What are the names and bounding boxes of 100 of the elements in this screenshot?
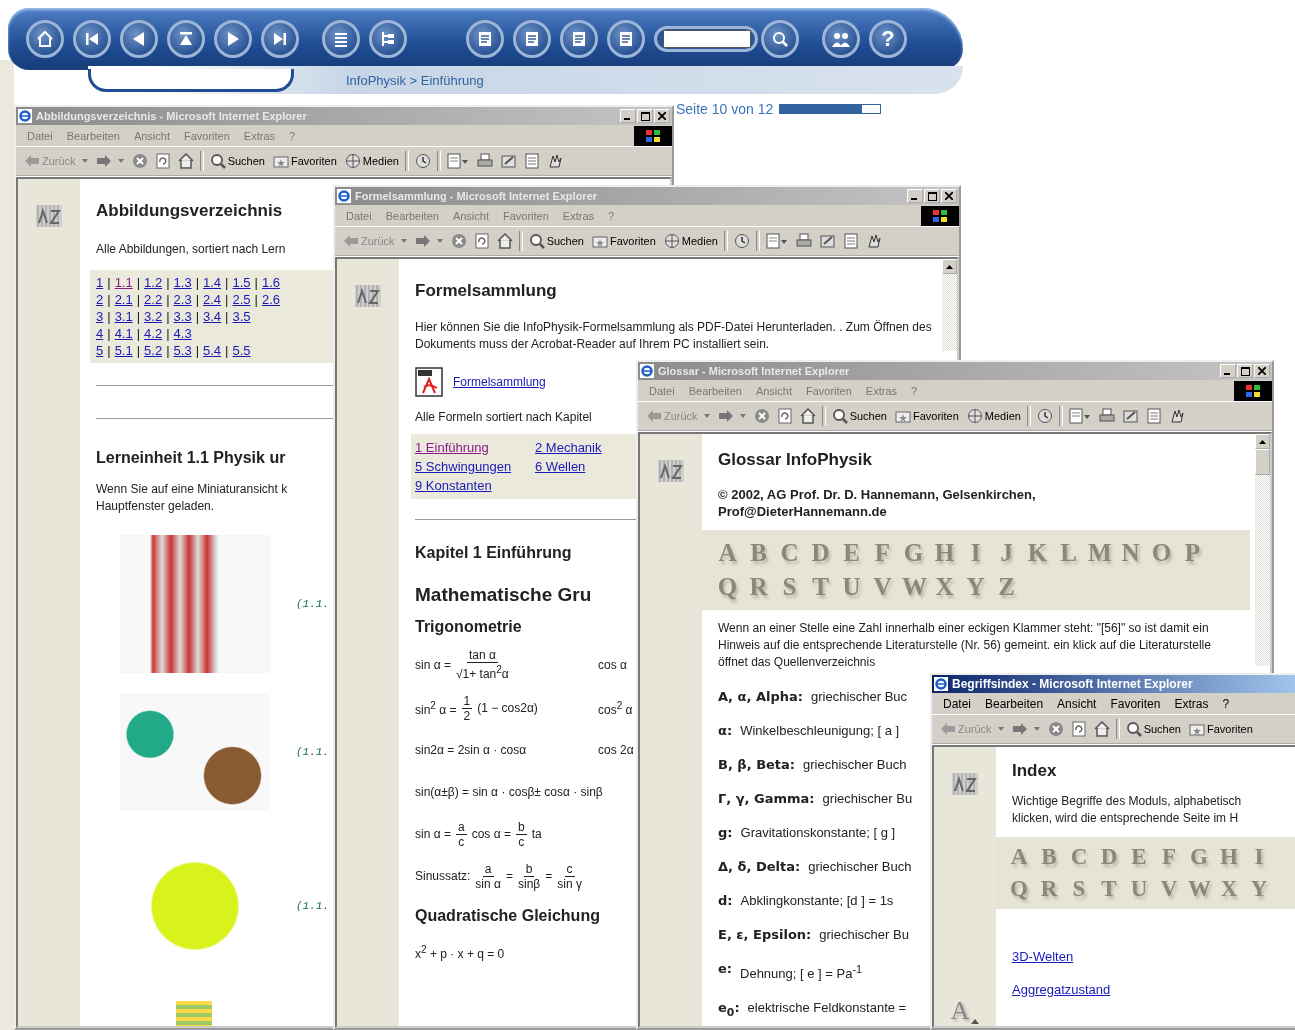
menu-item[interactable]: Datei: [339, 209, 379, 222]
letter-link[interactable]: G: [1188, 841, 1210, 873]
search-button[interactable]: Suchen: [1121, 718, 1185, 740]
letter-link[interactable]: I: [1248, 841, 1270, 873]
figure-thumbnail[interactable]: [176, 1001, 212, 1026]
letter-link[interactable]: B: [1038, 841, 1060, 873]
figure-link[interactable]: 1.6: [261, 275, 281, 290]
back-button[interactable]: Zurück: [936, 718, 1008, 740]
letter-link[interactable]: Z: [995, 570, 1018, 604]
home-button[interactable]: [26, 20, 64, 58]
favorites-button[interactable]: Favoriten: [1184, 718, 1257, 740]
letter-link[interactable]: T: [1098, 873, 1120, 905]
menu-item[interactable]: Datei: [20, 129, 60, 142]
menu-item[interactable]: Extras: [555, 209, 602, 222]
figure-thumbnail[interactable]: [120, 535, 270, 673]
letter-link[interactable]: T: [809, 570, 832, 604]
letter-link[interactable]: X: [1218, 873, 1240, 905]
letter-link[interactable]: Y: [964, 570, 987, 604]
letter-link[interactable]: B: [747, 536, 770, 570]
previous-button[interactable]: [120, 20, 158, 58]
letter-link[interactable]: F: [871, 536, 894, 570]
minimize-button[interactable]: [620, 109, 636, 123]
figure-link[interactable]: 5.5: [232, 343, 251, 358]
chapter-link[interactable]: 1 Einführung: [415, 438, 535, 457]
documents-button[interactable]: [513, 20, 551, 58]
search-button[interactable]: Suchen: [524, 230, 588, 252]
close-button[interactable]: [1254, 364, 1270, 378]
index-link[interactable]: 3D-Welten: [1012, 949, 1074, 964]
search-field[interactable]: [654, 26, 758, 52]
letter-link[interactable]: F: [1158, 841, 1180, 873]
media-button[interactable]: Medien: [962, 405, 1025, 427]
menu-item[interactable]: Bearbeiten: [978, 696, 1051, 711]
letter-link[interactable]: W: [902, 570, 925, 604]
figure-link[interactable]: 3.1: [114, 309, 133, 324]
letter-link[interactable]: H: [933, 536, 956, 570]
chapter-link[interactable]: 2 Mechanik: [535, 438, 635, 457]
last-page-button[interactable]: [261, 20, 299, 58]
figure-link[interactable]: 2.6: [261, 292, 281, 307]
figure-link[interactable]: 3: [96, 309, 104, 324]
figure-link[interactable]: 4.1: [114, 326, 133, 341]
favorites-button[interactable]: Favoriten: [268, 150, 341, 172]
letter-link[interactable]: Q: [1008, 873, 1030, 905]
menu-item[interactable]: Datei: [936, 696, 978, 711]
figure-link[interactable]: 3.3: [173, 309, 192, 324]
figure-link[interactable]: 2.5: [232, 292, 251, 307]
letter-link[interactable]: K: [1026, 536, 1049, 570]
figure-link[interactable]: 1.3: [173, 275, 192, 290]
search-button[interactable]: [761, 20, 799, 58]
menu-item[interactable]: ?: [1215, 696, 1237, 711]
letter-link[interactable]: U: [840, 570, 863, 604]
chapter-link[interactable]: 5 Schwingungen: [415, 457, 535, 476]
menu-item[interactable]: Ansicht: [748, 384, 799, 397]
menu-item[interactable]: Datei: [642, 384, 682, 397]
letter-link[interactable]: Q: [716, 570, 739, 604]
close-button[interactable]: [654, 109, 670, 123]
figure-link[interactable]: 2: [96, 292, 104, 307]
sheet-button[interactable]: [560, 20, 598, 58]
menu-item[interactable]: Favoriten: [496, 209, 556, 222]
menu-item[interactable]: Bearbeiten: [59, 129, 127, 142]
people-button[interactable]: [822, 20, 860, 58]
search-button[interactable]: Suchen: [827, 405, 891, 427]
contents-button[interactable]: [322, 20, 360, 58]
menu-item[interactable]: ?: [601, 209, 622, 222]
menu-item[interactable]: Favoriten: [177, 129, 237, 142]
letter-link[interactable]: V: [871, 570, 894, 604]
figure-link[interactable]: 1: [96, 275, 104, 290]
figure-link[interactable]: 5.3: [173, 343, 192, 358]
media-button[interactable]: Medien: [659, 230, 722, 252]
menu-item[interactable]: Ansicht: [445, 209, 496, 222]
letter-link[interactable]: A: [716, 536, 739, 570]
figure-link[interactable]: 4: [96, 326, 104, 341]
letter-link[interactable]: Y: [1248, 873, 1270, 905]
letter-link[interactable]: S: [1068, 873, 1090, 905]
back-button[interactable]: Zurück: [642, 405, 714, 427]
minimize-button[interactable]: [1220, 364, 1236, 378]
chapter-link[interactable]: 6 Wellen: [535, 457, 635, 476]
letter-link[interactable]: C: [1068, 841, 1090, 873]
document-button[interactable]: [466, 20, 504, 58]
menu-item[interactable]: ?: [282, 129, 303, 142]
media-button[interactable]: Medien: [340, 150, 403, 172]
menu-item[interactable]: Extras: [858, 384, 905, 397]
figure-link[interactable]: 5.4: [203, 343, 222, 358]
favorites-button[interactable]: Favoriten: [890, 405, 963, 427]
letter-link[interactable]: P: [1181, 536, 1204, 570]
back-button[interactable]: Zurück: [339, 230, 411, 252]
letter-link[interactable]: D: [809, 536, 832, 570]
letter-link[interactable]: R: [747, 570, 770, 604]
search-button[interactable]: Suchen: [205, 150, 269, 172]
minimize-button[interactable]: [907, 189, 923, 203]
menu-item[interactable]: Bearbeiten: [681, 384, 749, 397]
letter-link[interactable]: L: [1057, 536, 1080, 570]
figure-link[interactable]: 5.1: [114, 343, 133, 358]
close-button[interactable]: [941, 189, 957, 203]
letter-link[interactable]: S: [778, 570, 801, 604]
figure-link[interactable]: 1.1: [114, 275, 133, 290]
figure-link[interactable]: 2.4: [203, 292, 222, 307]
letter-link[interactable]: V: [1158, 873, 1180, 905]
letter-link[interactable]: I: [964, 536, 987, 570]
letter-link[interactable]: E: [1128, 841, 1150, 873]
next-button[interactable]: [214, 20, 252, 58]
